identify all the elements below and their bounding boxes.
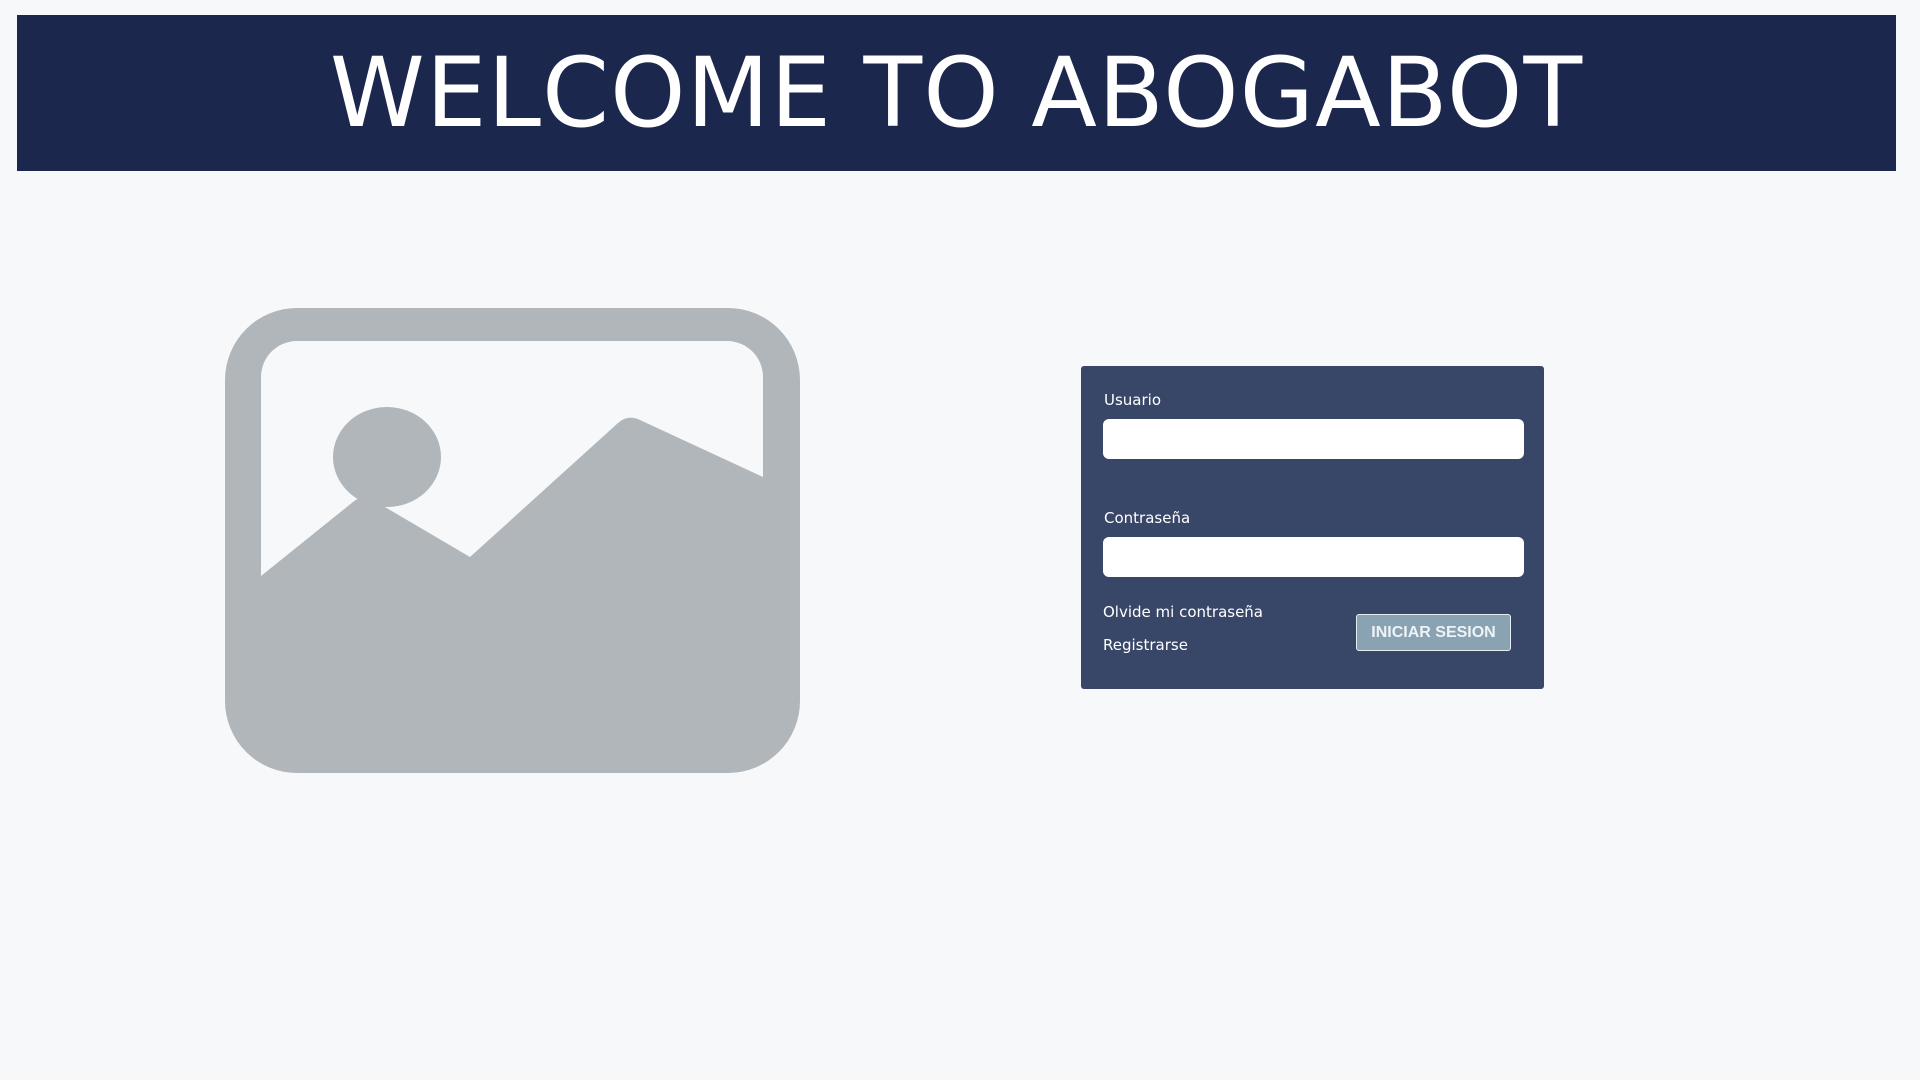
login-button[interactable]: INICIAR SESION: [1356, 614, 1511, 651]
password-label: Contraseña: [1104, 509, 1191, 527]
page-title: WELCOME TO ABOGABOT: [329, 37, 1584, 149]
username-input[interactable]: [1103, 419, 1524, 459]
image-placeholder-icon: [225, 308, 800, 773]
password-input[interactable]: [1103, 537, 1524, 577]
register-link[interactable]: Registrarse: [1103, 636, 1188, 654]
login-form: Usuario Contraseña Olvide mi contraseña …: [1081, 366, 1544, 689]
forgot-password-link[interactable]: Olvide mi contraseña: [1103, 603, 1263, 621]
page-header: WELCOME TO ABOGABOT: [17, 15, 1896, 171]
username-label: Usuario: [1104, 391, 1162, 409]
